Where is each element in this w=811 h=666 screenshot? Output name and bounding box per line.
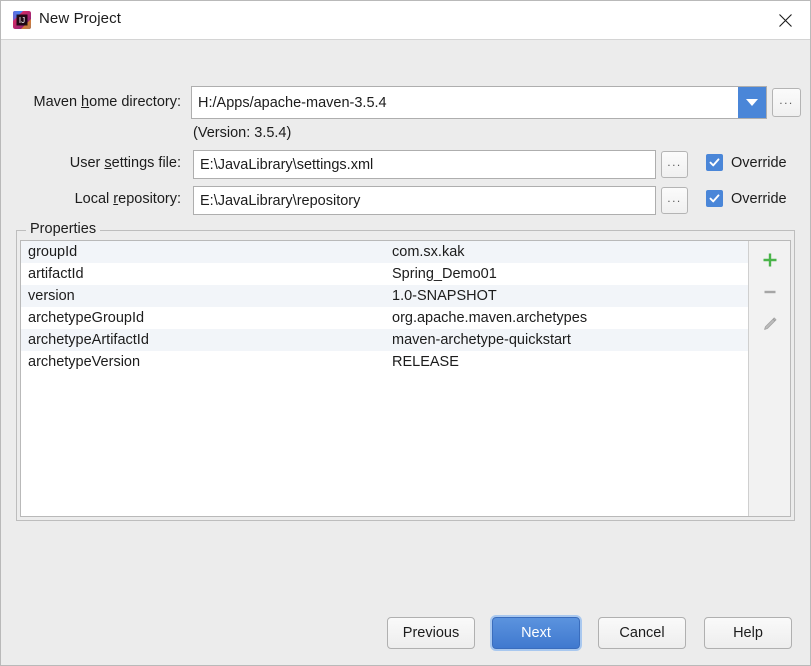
dialog-body: Maven home directory: H:/Apps/apache-mav…	[1, 40, 810, 665]
user-settings-override-label: Override	[731, 155, 787, 171]
new-project-dialog: IJ New Project Maven home directory: H:/…	[0, 0, 811, 666]
close-icon[interactable]	[766, 5, 804, 36]
maven-home-combobox[interactable]: H:/Apps/apache-maven-3.5.4	[191, 86, 767, 119]
pencil-icon[interactable]	[749, 309, 790, 339]
property-name-cell[interactable]: archetypeArtifactId	[21, 332, 392, 348]
properties-panel: groupIdcom.sx.kakartifactIdSpring_Demo01…	[20, 240, 791, 517]
maven-home-browse-button[interactable]: ...	[772, 88, 801, 117]
next-button[interactable]: Next	[492, 617, 580, 649]
local-repository-override-label: Override	[731, 191, 787, 207]
properties-table[interactable]: groupIdcom.sx.kakartifactIdSpring_Demo01…	[21, 241, 748, 516]
property-name-cell[interactable]: archetypeVersion	[21, 354, 392, 370]
maven-version-note: (Version: 3.5.4)	[193, 125, 291, 141]
properties-toolbar	[748, 241, 790, 516]
dialog-footer: Previous Next Cancel Help	[1, 607, 810, 665]
property-name-cell[interactable]: groupId	[21, 244, 392, 260]
properties-legend: Properties	[26, 221, 100, 237]
property-name-cell[interactable]: artifactId	[21, 266, 392, 282]
chevron-down-icon[interactable]	[738, 87, 766, 118]
local-repository-browse-button[interactable]: ...	[661, 187, 688, 214]
property-value-cell[interactable]: 1.0-SNAPSHOT	[392, 288, 748, 304]
property-value-cell[interactable]: com.sx.kak	[392, 244, 748, 260]
checkmark-icon	[706, 154, 723, 171]
property-value-cell[interactable]: org.apache.maven.archetypes	[392, 310, 748, 326]
property-value-cell[interactable]: Spring_Demo01	[392, 266, 748, 282]
plus-icon[interactable]	[749, 245, 790, 275]
help-button[interactable]: Help	[704, 617, 792, 649]
local-repository-input[interactable]: E:\JavaLibrary\repository	[193, 186, 656, 215]
maven-home-label: Maven home directory:	[1, 94, 181, 110]
local-repository-label: Local repository:	[1, 191, 181, 207]
title-bar: IJ New Project	[1, 1, 810, 40]
property-value-cell[interactable]: maven-archetype-quickstart	[392, 332, 748, 348]
local-repository-override-checkbox[interactable]: Override	[706, 190, 787, 207]
table-row[interactable]: version1.0-SNAPSHOT	[21, 285, 748, 307]
property-value-cell[interactable]: RELEASE	[392, 354, 748, 370]
user-settings-label: User settings file:	[1, 155, 181, 171]
svg-text:IJ: IJ	[19, 16, 25, 25]
minus-icon[interactable]	[749, 277, 790, 307]
table-row[interactable]: archetypeGroupIdorg.apache.maven.archety…	[21, 307, 748, 329]
previous-button[interactable]: Previous	[387, 617, 475, 649]
property-name-cell[interactable]: version	[21, 288, 392, 304]
table-row[interactable]: archetypeArtifactIdmaven-archetype-quick…	[21, 329, 748, 351]
table-row[interactable]: archetypeVersionRELEASE	[21, 351, 748, 373]
window-title: New Project	[39, 10, 121, 27]
intellij-idea-icon: IJ	[13, 11, 31, 29]
user-settings-override-checkbox[interactable]: Override	[706, 154, 787, 171]
maven-home-value[interactable]: H:/Apps/apache-maven-3.5.4	[192, 87, 738, 118]
cancel-button[interactable]: Cancel	[598, 617, 686, 649]
checkmark-icon	[706, 190, 723, 207]
property-name-cell[interactable]: archetypeGroupId	[21, 310, 392, 326]
user-settings-input[interactable]: E:\JavaLibrary\settings.xml	[193, 150, 656, 179]
table-row[interactable]: groupIdcom.sx.kak	[21, 241, 748, 263]
user-settings-browse-button[interactable]: ...	[661, 151, 688, 178]
table-row[interactable]: artifactIdSpring_Demo01	[21, 263, 748, 285]
